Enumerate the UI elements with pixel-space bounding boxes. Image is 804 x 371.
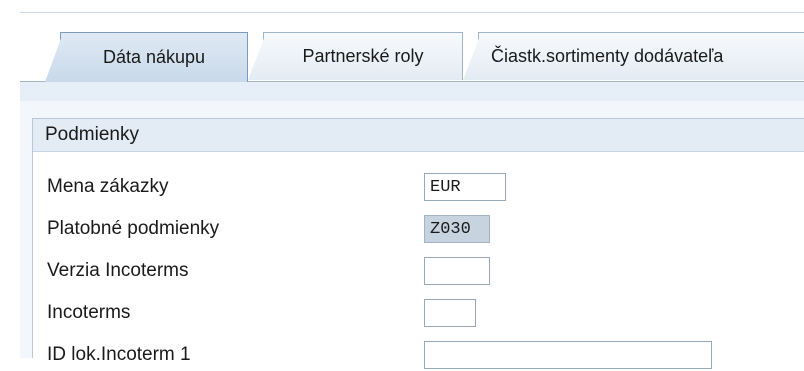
row-incoterms-version: Verzia Incoterms: [33, 255, 804, 287]
incoterms-location-1-label: ID lok.Incoterm 1: [47, 344, 191, 365]
row-incoterms: Incoterms: [33, 297, 804, 329]
tab-partner-roles[interactable]: Partnerské roly: [248, 32, 463, 80]
group-title: Podmienky: [33, 119, 804, 152]
tab-body-band: [20, 81, 804, 102]
incoterms-label: Incoterms: [47, 302, 131, 323]
conditions-group: Podmienky Mena zákazky EUR Platobné podm…: [32, 118, 804, 369]
tab-label: Dáta nákupu: [102, 47, 206, 67]
order-currency-label: Mena zákazky: [47, 176, 169, 197]
incoterms-version-field[interactable]: [424, 257, 490, 285]
payment-terms-label: Platobné podmienky: [47, 218, 220, 239]
row-order-currency: Mena zákazky EUR: [33, 171, 804, 203]
window-top-border: [20, 12, 804, 13]
incoterms-field[interactable]: [424, 299, 476, 327]
incoterms-location-1-field[interactable]: [424, 341, 712, 369]
incoterms-version-label: Verzia Incoterms: [47, 260, 189, 281]
tab-purchasing-data[interactable]: Dáta nákupu: [45, 32, 248, 82]
tab-vendor-subranges[interactable]: Čiastk.sortimenty dodávateľa: [463, 32, 804, 80]
payment-terms-field[interactable]: Z030: [424, 215, 490, 243]
row-incoterms-location-1: ID lok.Incoterm 1: [33, 339, 804, 371]
tabstrip: Dáta nákupu Partnerské roly Čiastk.sorti…: [18, 32, 804, 82]
order-currency-field[interactable]: EUR: [424, 173, 506, 201]
row-payment-terms: Platobné podmienky Z030: [33, 213, 804, 245]
tab-label: Čiastk.sortimenty dodávateľa: [491, 46, 724, 66]
tab-label: Partnerské roly: [302, 46, 424, 66]
